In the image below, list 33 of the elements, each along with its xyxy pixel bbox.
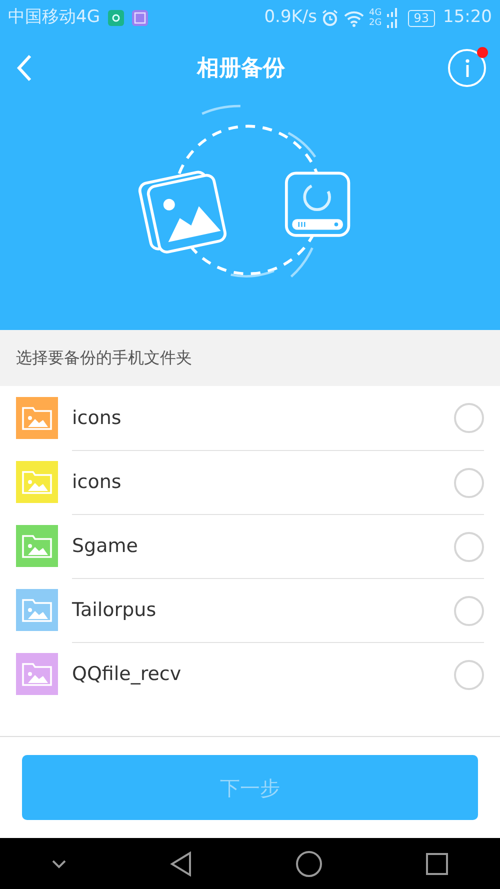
speed-text: 0.9K/s: [264, 6, 318, 30]
network-label: 2G: [369, 18, 382, 28]
radio-button[interactable]: [454, 596, 484, 626]
folder-row[interactable]: Sgame: [0, 514, 500, 578]
info-icon: [464, 59, 470, 77]
time-text: 15:20: [443, 6, 492, 30]
page-title: 相册备份: [196, 54, 286, 82]
folder-row[interactable]: icons: [0, 450, 500, 514]
alarm-icon: [321, 9, 340, 27]
signal-icon: [386, 7, 400, 29]
wifi-icon: [343, 9, 366, 27]
folder-name: Sgame: [72, 534, 139, 560]
back-button[interactable]: [14, 53, 34, 83]
back-icon[interactable]: [169, 850, 193, 876]
radio-button[interactable]: [454, 403, 484, 433]
battery-indicator: 93: [408, 10, 435, 26]
info-button[interactable]: [448, 49, 486, 87]
folder-name: QQfile_recv: [72, 662, 182, 688]
folder-name: icons: [72, 470, 122, 496]
folder-row[interactable]: icons: [0, 386, 500, 450]
folder-name: icons: [72, 406, 122, 431]
folder-row[interactable]: Tailorpus: [0, 578, 500, 642]
recent-apps-icon[interactable]: [425, 852, 449, 876]
carrier-text: 中国移动4G: [8, 6, 100, 30]
home-icon[interactable]: [295, 850, 323, 878]
folder-row[interactable]: QQfile_recv: [0, 642, 500, 706]
collapse-icon[interactable]: [51, 858, 67, 868]
radio-button[interactable]: [454, 468, 484, 498]
section-heading: 选择要备份的手机文件夹: [0, 330, 500, 386]
radio-button[interactable]: [454, 532, 484, 562]
folder-name: Tailorpus: [72, 598, 158, 624]
radio-button[interactable]: [454, 660, 484, 690]
network-label: 4G: [369, 8, 382, 18]
